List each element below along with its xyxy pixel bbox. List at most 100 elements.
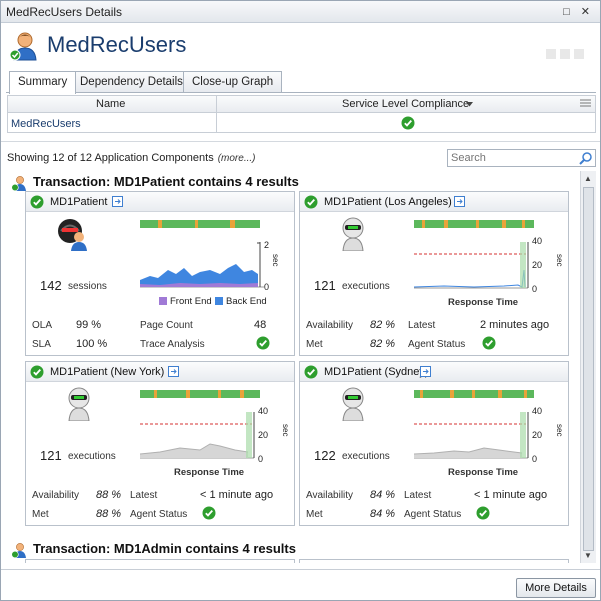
y-axis-mid: 20 [258, 430, 269, 440]
ok-status-icon [482, 336, 496, 350]
legend-back-end: Back End [215, 296, 267, 307]
y-axis-unit: sec [281, 424, 290, 437]
session-label: sessions [68, 281, 107, 292]
latest-label: Latest [130, 490, 158, 501]
availability-strip [414, 390, 534, 398]
header-decoration [542, 49, 590, 61]
transaction-title: Transaction: MD1Patient contains 4 resul… [33, 174, 299, 189]
more-link[interactable]: (more...) [218, 153, 256, 164]
ok-status-icon [256, 336, 270, 350]
response-chart [414, 412, 529, 459]
y-axis-unit: sec [271, 254, 280, 267]
latest-label: Latest [408, 320, 436, 331]
search-box[interactable] [447, 149, 596, 167]
y-axis-min: 0 [264, 282, 270, 292]
vertical-scrollbar[interactable]: ▲ ▼ [580, 171, 596, 563]
tab-dependency-details[interactable]: Dependency Details [71, 71, 192, 93]
ok-status-icon [401, 116, 415, 130]
grid-header: Name Service Level Compliance [8, 96, 595, 113]
response-chart [140, 242, 264, 288]
window-controls[interactable]: □ ✕ [563, 5, 594, 18]
robot-agent-icon [342, 387, 364, 421]
ok-status-icon [30, 365, 44, 379]
component-card[interactable]: MD1Patient (New York) 121 executions 40 … [25, 361, 295, 526]
card-title: MD1Patient [50, 196, 108, 208]
met-value: 84 % [370, 508, 396, 520]
met-label: Met [32, 509, 49, 520]
availability-strip [140, 390, 260, 398]
drill-down-icon[interactable] [454, 196, 465, 207]
more-details-button[interactable]: More Details [516, 578, 596, 598]
row-name: MedRecUsers [11, 118, 81, 130]
y-axis-max: 40 [532, 236, 543, 246]
availability-label: Availability [32, 490, 80, 501]
tab-summary[interactable]: Summary [9, 71, 77, 94]
column-header-name[interactable]: Name [96, 98, 125, 110]
drill-down-icon[interactable] [168, 366, 179, 377]
search-input[interactable] [448, 150, 576, 166]
showing-text: Showing 12 of 12 Application Components [7, 152, 214, 164]
details-window: MedRecUsers Details □ ✕ MedRecUsers Summ… [0, 0, 601, 601]
transaction-header: Transaction: MD1Admin contains 4 results [11, 541, 296, 558]
met-label: Met [306, 339, 323, 350]
ola-value: 99 % [76, 319, 102, 331]
trace-analysis-label: Trace Analysis [140, 339, 205, 350]
y-axis-max: 2 [264, 240, 270, 250]
showing-summary: Showing 12 of 12 Application Components (… [7, 152, 255, 164]
drill-down-icon[interactable] [420, 366, 431, 377]
scroll-up-icon[interactable]: ▲ [584, 174, 592, 183]
search-icon[interactable] [579, 152, 592, 165]
scroll-thumb[interactable] [583, 187, 594, 551]
results-area: Transaction: MD1Patient contains 4 resul… [7, 171, 570, 563]
user-icon [9, 32, 37, 61]
availability-strip [414, 220, 534, 228]
agent-status-label: Agent Status [404, 509, 462, 520]
y-axis-min: 0 [258, 454, 264, 464]
component-card[interactable]: MD1Patient 142 sessions 2 0 sec Front En… [25, 191, 295, 356]
met-value: 88 % [96, 508, 122, 520]
component-card[interactable]: MD1Patient (Los Angeles) 121 executions … [299, 191, 569, 356]
latest-label: Latest [404, 490, 432, 501]
page-count-label: Page Count [140, 320, 193, 331]
footer-divider [1, 569, 600, 570]
response-chart [140, 412, 255, 459]
latest-value: < 1 minute ago [200, 489, 274, 501]
execution-count: 122 [314, 448, 336, 463]
sort-down-icon[interactable] [466, 102, 473, 107]
chart-caption: Response Time [448, 297, 519, 308]
window-title: MedRecUsers Details [6, 5, 123, 19]
user-icon [11, 542, 26, 558]
response-chart [414, 242, 529, 289]
scroll-down-icon[interactable]: ▼ [584, 551, 592, 560]
component-card[interactable] [299, 559, 569, 563]
execution-label: executions [68, 451, 116, 462]
table-row[interactable]: MedRecUsers [8, 115, 595, 133]
session-count: 142 [40, 278, 62, 293]
y-axis-mid: 20 [532, 260, 543, 270]
component-card[interactable] [25, 559, 295, 563]
legend-front-end: Front End [159, 296, 212, 307]
tab-close-up-graph[interactable]: Close-up Graph [183, 71, 283, 93]
ok-status-icon [30, 195, 44, 209]
y-axis-min: 0 [532, 284, 538, 294]
agent-status-label: Agent Status [130, 509, 188, 520]
y-axis-max: 40 [258, 406, 269, 416]
component-card[interactable]: MD1Patient (Sydney) 122 executions 40 20… [299, 361, 569, 526]
availability-value: 88 % [96, 489, 122, 501]
sla-value: 100 % [76, 338, 108, 350]
card-title: MD1Patient (Sydney) [324, 366, 429, 378]
sla-label: SLA [32, 339, 51, 350]
column-chooser-icon[interactable] [580, 99, 591, 109]
tab-divider [6, 92, 596, 93]
drill-down-icon[interactable] [112, 196, 123, 207]
availability-label: Availability [306, 320, 354, 331]
card-header: MD1Patient (Los Angeles) [300, 192, 568, 212]
robot-agent-icon [68, 387, 90, 421]
page-title: MedRecUsers [47, 32, 187, 57]
availability-strip [140, 220, 260, 228]
column-header-slc[interactable]: Service Level Compliance [342, 98, 469, 110]
latest-value: 2 minutes ago [480, 319, 550, 331]
card-header: MD1Patient (Sydney) [300, 362, 568, 382]
ok-status-icon [304, 195, 318, 209]
transaction-header: Transaction: MD1Patient contains 4 resul… [11, 174, 299, 191]
